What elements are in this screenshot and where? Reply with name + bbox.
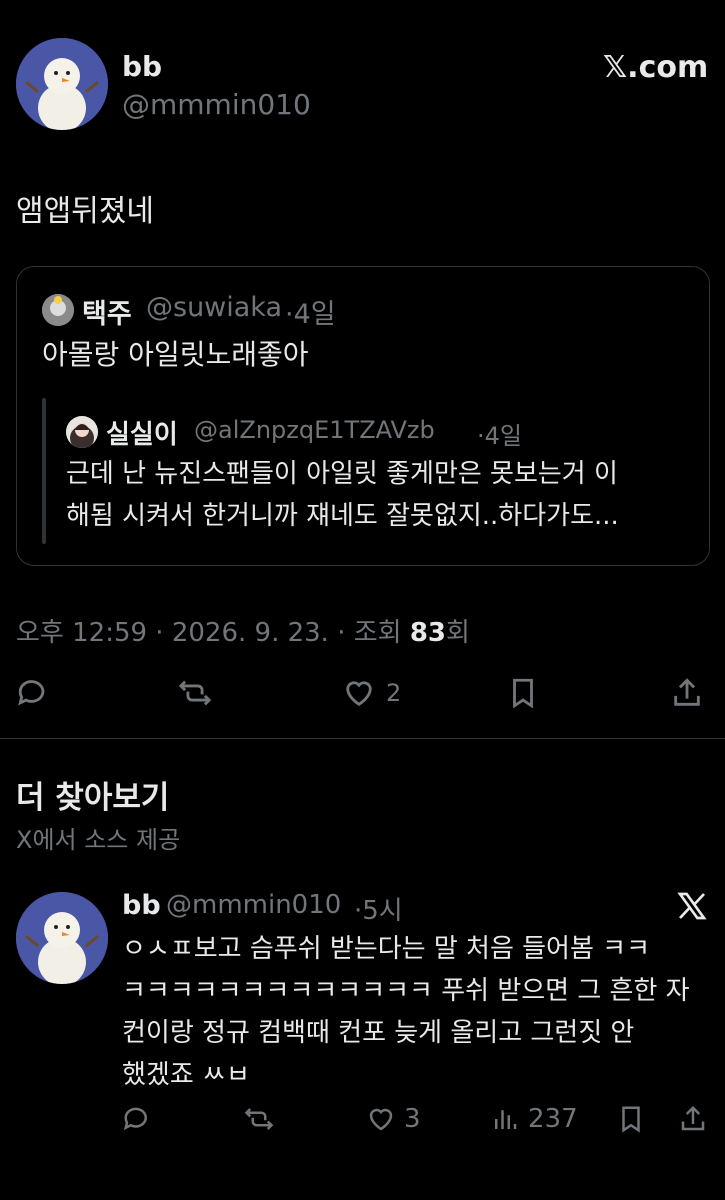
discover-subtitle: X에서 소스 제공 [16, 826, 181, 854]
x-logo-icon-svg [677, 892, 707, 920]
top-status-fragment [0, 0, 725, 8]
view-count: 83 [409, 618, 447, 648]
related-views-button[interactable]: 237 [490, 1104, 578, 1134]
related-like-count: 3 [404, 1104, 421, 1134]
bookmark-icon [622, 1106, 640, 1133]
related-retweet-button[interactable] [244, 1104, 274, 1134]
snowman-avatar-icon [16, 38, 108, 130]
related-text-line2: ㅋㅋㅋㅋㅋㅋㅋㅋㅋㅋㅋㅋㅋ 푸쉬 받으면 그 흔한 자 [122, 976, 690, 1006]
reply-icon [123, 1107, 147, 1131]
related-author-handle[interactable]: @mmmin010 [166, 890, 341, 920]
reply-button[interactable] [16, 676, 50, 710]
quote-author-handle[interactable]: @suwiaka [146, 292, 282, 323]
quote-age: ·4일 [285, 299, 336, 330]
related-author-name[interactable]: bb [122, 890, 161, 921]
bookmark-button[interactable] [506, 676, 540, 710]
related-reply-button[interactable] [122, 1104, 152, 1134]
related-text-line1: ㅇㅅㅍ보고 슴푸쉬 받는다는 말 처음 들어봄 ㅋㅋ [122, 934, 650, 964]
share-icon [681, 1105, 705, 1131]
related-avatar[interactable] [16, 892, 108, 984]
like-button[interactable]: 2 [342, 676, 401, 710]
retweet-icon [178, 680, 212, 706]
heart-icon [369, 1108, 393, 1131]
tweet-meta: 오후 12:59 · 2026. 9. 23. · 조회 83회 [16, 612, 470, 649]
nested-age: ·4일 [477, 422, 522, 450]
view-count-suffix: 회 [446, 618, 470, 648]
quote-author-name[interactable]: 택주 [82, 292, 132, 331]
bookmark-icon [513, 678, 533, 709]
nested-text-line1: 근데 난 뉴진스팬들이 아일릿 좋게만은 못보는거 이 [66, 459, 618, 489]
related-share-button[interactable] [678, 1104, 708, 1134]
snowman-avatar-icon [16, 892, 108, 984]
related-like-button[interactable]: 3 [366, 1104, 421, 1134]
like-count: 2 [386, 679, 402, 707]
related-bookmark-button[interactable] [616, 1104, 646, 1134]
share-button[interactable] [670, 676, 704, 710]
nested-avatar-icon [66, 416, 98, 448]
nested-text-line2: 해됨 시켜서 한거니까 쟤네도 잘못없지..하다가도... [66, 501, 619, 531]
divider [0, 738, 725, 739]
related-view-count: 237 [528, 1104, 578, 1134]
author-name[interactable]: bb [122, 50, 162, 83]
timestamp[interactable]: 오후 12:59 · 2026. 9. 23. · 조회 [16, 618, 402, 648]
nested-author-handle[interactable]: @alZnpzqE1TZAVzb [194, 416, 435, 444]
nested-author-name[interactable]: 실실이 [106, 414, 178, 451]
retweet-button[interactable] [178, 676, 212, 710]
quote-avatar-icon [42, 294, 74, 326]
related-text-line3: 컨이랑 정규 컴백때 컨포 늦게 올리고 그런짓 안 [122, 1018, 635, 1048]
related-age: ·5시 [354, 896, 403, 926]
analytics-icon [495, 1110, 517, 1129]
share-icon [674, 678, 700, 706]
heart-icon [346, 681, 372, 707]
author-handle[interactable]: @mmmin010 [122, 88, 311, 121]
x-logo-icon[interactable]: 𝕏.com [603, 50, 708, 85]
x-logo-icon[interactable] [676, 890, 708, 922]
nested-quote-bar [42, 398, 46, 544]
nested-avatar[interactable] [66, 416, 98, 448]
discover-title: 더 찾아보기 [16, 780, 170, 816]
retweet-icon [244, 1108, 274, 1130]
related-text-line4: 했겠죠 ㅆㅂ [122, 1060, 250, 1090]
reply-icon [18, 680, 45, 706]
quote-avatar[interactable] [42, 294, 74, 326]
quote-text: 아몰랑 아일릿노래좋아 [42, 338, 309, 371]
avatar[interactable] [16, 38, 108, 130]
tweet-text: 앰앱뒤졌네 [16, 194, 154, 229]
